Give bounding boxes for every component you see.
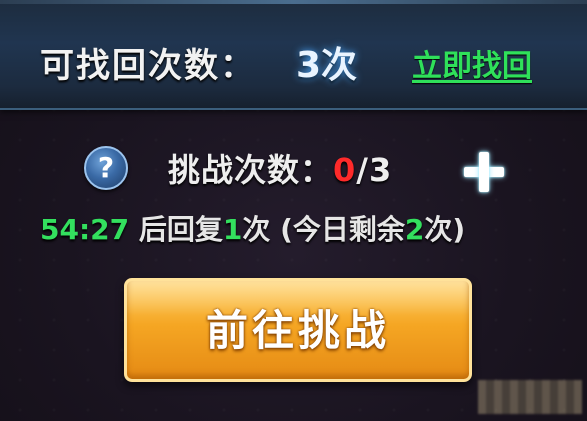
watermark-logo [478, 380, 582, 414]
recovery-amount: 1 [222, 213, 243, 246]
challenge-panel: 可找回次数： 3次 立即找回 ? 挑战次数：0/3 54:27 后回复1次 (今… [0, 0, 587, 421]
plus-icon-vertical [479, 152, 489, 192]
recovery-text-2: 次 (今日剩余 [242, 213, 405, 246]
recover-bar: 可找回次数： 3次 立即找回 [0, 0, 587, 110]
go-challenge-button[interactable]: 前往挑战 [124, 278, 472, 382]
challenge-used-count: 0 [333, 151, 357, 189]
recovery-text-1: 后回复 [129, 213, 223, 246]
recovery-text-3: 次) [424, 213, 466, 246]
recovery-timer: 54:27 [40, 213, 130, 246]
challenge-count-label: 挑战次数： [168, 151, 334, 189]
challenge-total-count: /3 [356, 151, 393, 189]
recover-now-link[interactable]: 立即找回 [412, 48, 532, 86]
plus-icon[interactable] [462, 150, 506, 194]
question-icon[interactable]: ? [84, 146, 128, 190]
challenge-count-row: 挑战次数：0/3 [168, 150, 392, 190]
recovery-timer-row: 54:27 后回复1次 (今日剩余2次) [40, 212, 465, 248]
recover-count: 3次 [296, 45, 358, 86]
recover-label: 可找回次数： [40, 46, 256, 86]
go-challenge-label: 前往挑战 [205, 306, 390, 355]
remaining-today: 2 [404, 213, 425, 246]
